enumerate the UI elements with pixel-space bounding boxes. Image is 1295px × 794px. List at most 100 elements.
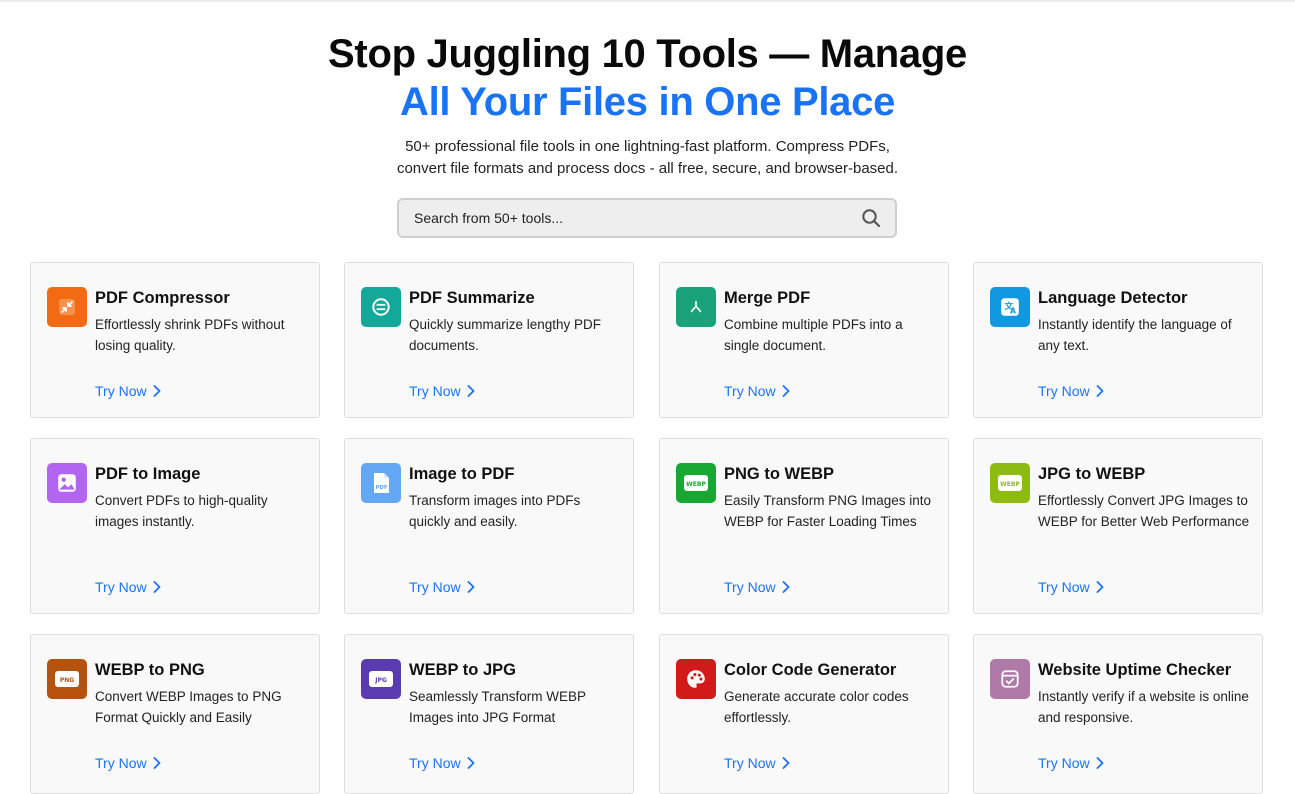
tool-description: Instantly identify the language of any t… bbox=[1038, 317, 1232, 353]
tool-description: Generate accurate color codes effortless… bbox=[724, 689, 909, 725]
hero-title-line1: Stop Juggling 10 Tools — Manage bbox=[328, 32, 967, 76]
chevron-right-icon bbox=[1096, 757, 1104, 769]
chevron-right-icon bbox=[782, 581, 790, 593]
tool-description: Combine multiple PDFs into a single docu… bbox=[724, 317, 903, 353]
tool-title: PDF to Image bbox=[95, 465, 201, 483]
try-now-label: Try Now bbox=[409, 383, 461, 399]
try-now-link[interactable]: Try Now bbox=[409, 755, 475, 771]
svg-text:A: A bbox=[1010, 307, 1016, 316]
summarize-icon bbox=[361, 287, 401, 327]
tool-card[interactable]: 文 A Language Detector Instantly identify th… bbox=[973, 262, 1263, 418]
try-now-label: Try Now bbox=[95, 755, 147, 771]
chevron-right-icon bbox=[153, 757, 161, 769]
try-now-link[interactable]: Try Now bbox=[724, 755, 790, 771]
hero-title-line2: All Your Files in One Place bbox=[399, 80, 896, 124]
chevron-right-icon bbox=[153, 581, 161, 593]
tool-description: Transform images into PDFs quickly and e… bbox=[409, 493, 581, 529]
try-now-label: Try Now bbox=[724, 755, 776, 771]
tool-description: Seamlessly Transform WEBP Images into JP… bbox=[409, 689, 586, 725]
tool-title: Image to PDF bbox=[409, 465, 515, 483]
tool-card[interactable]: Merge PDF Combine multiple PDFs into a si… bbox=[659, 262, 949, 418]
webp-badge-icon: WEBP bbox=[676, 463, 716, 503]
hero-subtitle: 50+ professional file tools in one light… bbox=[0, 136, 1295, 180]
compress-icon bbox=[47, 287, 87, 327]
svg-text:JPG: JPG bbox=[374, 677, 387, 684]
chevron-right-icon bbox=[782, 385, 790, 397]
try-now-link[interactable]: Try Now bbox=[95, 579, 161, 595]
try-now-link[interactable]: Try Now bbox=[95, 755, 161, 771]
chevron-right-icon bbox=[467, 385, 475, 397]
tool-card[interactable]: PDF Summarize Quickly summarize lengthy P… bbox=[344, 262, 634, 418]
tool-title: WEBP to PNG bbox=[95, 661, 205, 679]
tool-title: PDF Compressor bbox=[95, 289, 230, 307]
try-now-label: Try Now bbox=[409, 755, 461, 771]
tool-description: Effortlessly shrink PDFs without losing … bbox=[95, 317, 285, 353]
tool-title: Website Uptime Checker bbox=[1038, 661, 1232, 679]
palette-icon bbox=[676, 659, 716, 699]
try-now-label: Try Now bbox=[724, 579, 776, 595]
hero-subtitle-line2: convert file formats and process docs - … bbox=[396, 160, 899, 177]
chevron-right-icon bbox=[467, 757, 475, 769]
pdf-file-icon: PDF bbox=[361, 463, 401, 503]
tool-description: Convert WEBP Images to PNG Format Quickl… bbox=[95, 689, 282, 725]
tool-card[interactable]: PDF to Image Convert PDFs to high-quality… bbox=[30, 438, 320, 614]
chevron-right-icon bbox=[1096, 581, 1104, 593]
try-now-link[interactable]: Try Now bbox=[724, 383, 790, 399]
hero-subtitle-line1: 50+ professional file tools in one light… bbox=[405, 138, 890, 155]
tool-title: WEBP to JPG bbox=[409, 661, 516, 679]
webp-badge-icon: WEBP bbox=[990, 463, 1030, 503]
try-now-link[interactable]: Try Now bbox=[1038, 383, 1104, 399]
png-badge-icon: PNG bbox=[47, 659, 87, 699]
search-bar bbox=[397, 198, 897, 238]
hero-section: Stop Juggling 10 Tools — Manage All Your… bbox=[0, 30, 1295, 180]
chevron-right-icon bbox=[782, 757, 790, 769]
try-now-link[interactable]: Try Now bbox=[724, 579, 790, 595]
try-now-label: Try Now bbox=[724, 383, 776, 399]
hero-title: Stop Juggling 10 Tools — Manage All Your… bbox=[0, 30, 1295, 126]
tool-description: Easily Transform PNG Images into WEBP fo… bbox=[724, 493, 932, 529]
tool-card[interactable]: WEBP PNG to WEBP Easily Transform PNG Imag… bbox=[659, 438, 949, 614]
try-now-label: Try Now bbox=[1038, 755, 1090, 771]
try-now-link[interactable]: Try Now bbox=[1038, 755, 1104, 771]
tool-title: Language Detector bbox=[1038, 289, 1188, 307]
tool-card[interactable]: WEBP JPG to WEBP Effortlessly Convert JPG … bbox=[973, 438, 1263, 614]
chevron-right-icon bbox=[153, 385, 161, 397]
try-now-label: Try Now bbox=[95, 579, 147, 595]
tool-description: Convert PDFs to high-quality images inst… bbox=[95, 493, 268, 529]
svg-text:WEBP: WEBP bbox=[1000, 481, 1020, 488]
try-now-label: Try Now bbox=[95, 383, 147, 399]
tool-description: Effortlessly Convert JPG Images to WEBP … bbox=[1038, 493, 1250, 529]
tool-card[interactable]: PDF Image to PDF Transform images into PDF… bbox=[344, 438, 634, 614]
svg-text:PNG: PNG bbox=[60, 677, 74, 684]
svg-text:PDF: PDF bbox=[375, 485, 388, 491]
tool-title: Merge PDF bbox=[724, 289, 811, 307]
tool-title: JPG to WEBP bbox=[1038, 465, 1146, 483]
tool-card[interactable]: Color Code Generator Generate accurate co… bbox=[659, 634, 949, 794]
tool-title: Color Code Generator bbox=[724, 661, 897, 679]
top-divider bbox=[0, 0, 1295, 2]
try-now-label: Try Now bbox=[1038, 383, 1090, 399]
tool-title: PDF Summarize bbox=[409, 289, 535, 307]
jpg-badge-icon: JPG bbox=[361, 659, 401, 699]
svg-text:WEBP: WEBP bbox=[686, 481, 706, 488]
tool-title: PNG to WEBP bbox=[724, 465, 834, 483]
tool-description: Instantly verify if a website is online … bbox=[1038, 689, 1249, 725]
try-now-label: Try Now bbox=[1038, 579, 1090, 595]
try-now-link[interactable]: Try Now bbox=[1038, 579, 1104, 595]
tool-card[interactable]: PNG WEBP to PNG Convert WEBP Images to PNG… bbox=[30, 634, 320, 794]
chevron-right-icon bbox=[1096, 385, 1104, 397]
try-now-link[interactable]: Try Now bbox=[409, 579, 475, 595]
search-icon[interactable] bbox=[861, 208, 881, 228]
tool-description: Quickly summarize lengthy PDF documents. bbox=[409, 317, 602, 353]
search-input[interactable] bbox=[414, 210, 834, 226]
tool-card[interactable]: Website Uptime Checker Instantly verify i… bbox=[973, 634, 1263, 794]
tool-card[interactable]: JPG WEBP to JPG Seamlessly Transform WEBP … bbox=[344, 634, 634, 794]
try-now-label: Try Now bbox=[409, 579, 461, 595]
merge-icon bbox=[676, 287, 716, 327]
tool-card[interactable]: PDF Compressor Effortlessly shrink PDFs w… bbox=[30, 262, 320, 418]
chevron-right-icon bbox=[467, 581, 475, 593]
image-icon bbox=[47, 463, 87, 503]
try-now-link[interactable]: Try Now bbox=[409, 383, 475, 399]
try-now-link[interactable]: Try Now bbox=[95, 383, 161, 399]
translate-icon: 文A bbox=[990, 287, 1030, 327]
